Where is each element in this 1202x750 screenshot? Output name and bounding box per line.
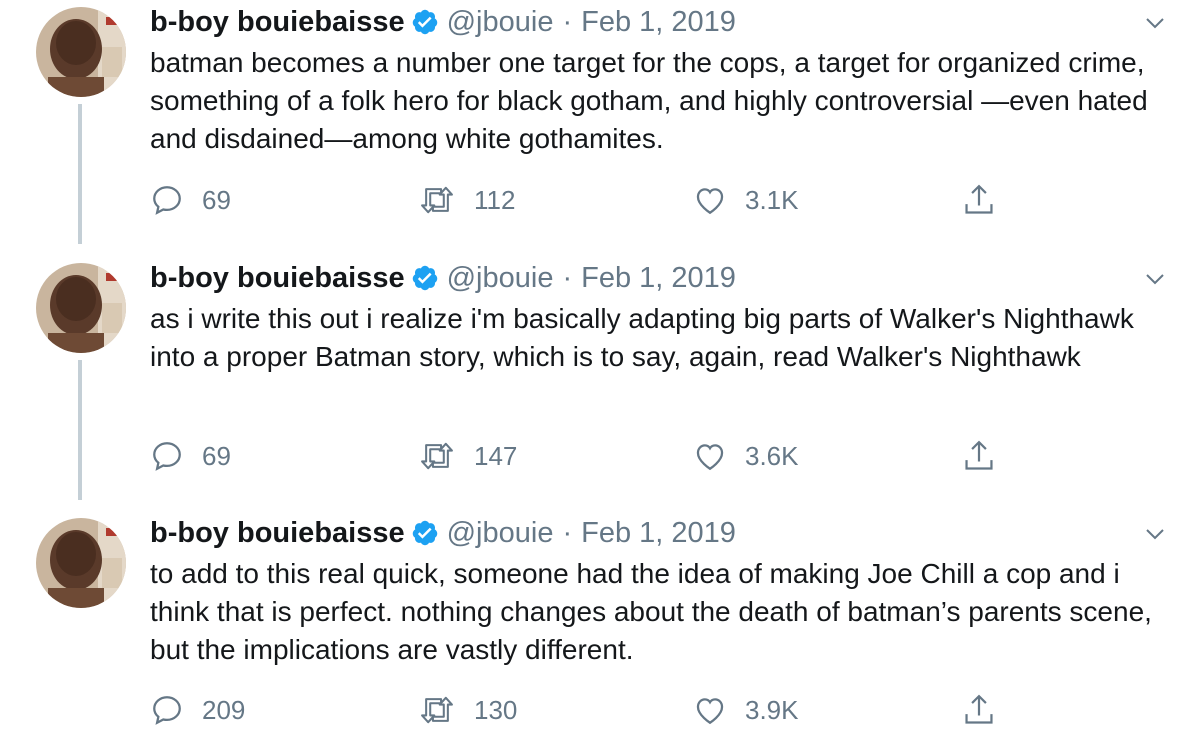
- retweet-icon: [418, 183, 456, 217]
- verified-badge-icon: [411, 8, 439, 36]
- author-handle[interactable]: @jbouie: [447, 262, 554, 295]
- chevron-down-icon[interactable]: [1140, 8, 1170, 38]
- thread-connector: [78, 360, 82, 500]
- retweet-count: 147: [474, 440, 518, 471]
- reply-icon: [150, 183, 184, 217]
- reply-count: 209: [202, 694, 246, 725]
- author-name[interactable]: b-boy bouiebaisse: [150, 262, 405, 295]
- reply-button[interactable]: 69: [150, 180, 231, 220]
- reply-button[interactable]: 69: [150, 436, 231, 476]
- share-icon: [962, 438, 996, 474]
- tweet-header: b-boy bouiebaisse @jbouie · Feb 1, 2019: [150, 0, 1162, 44]
- tweet-actions: 209 130 3.9K: [150, 690, 1010, 730]
- like-button[interactable]: 3.1K: [693, 180, 799, 220]
- tweet-text: as i write this out i realize i'm basica…: [150, 303, 1134, 372]
- share-icon: [962, 182, 996, 218]
- tweet-actions: 69 112 3.1K: [150, 180, 1010, 220]
- retweet-button[interactable]: 147: [418, 436, 517, 476]
- avatar[interactable]: [36, 518, 126, 608]
- retweet-count: 112: [474, 184, 516, 215]
- tweet-date[interactable]: Feb 1, 2019: [581, 262, 736, 295]
- verified-badge-icon: [411, 264, 439, 292]
- author-name[interactable]: b-boy bouiebaisse: [150, 517, 405, 550]
- heart-icon: [693, 693, 727, 727]
- reply-button[interactable]: 209: [150, 690, 245, 730]
- like-button[interactable]: 3.6K: [693, 436, 799, 476]
- avatar[interactable]: [36, 263, 126, 353]
- tweet-text: to add to this real quick, someone had t…: [150, 558, 1152, 665]
- retweet-icon: [418, 439, 456, 473]
- heart-icon: [693, 183, 727, 217]
- heart-icon: [693, 439, 727, 473]
- like-count: 3.1K: [745, 184, 799, 215]
- like-count: 3.9K: [745, 694, 799, 725]
- share-button[interactable]: [962, 690, 996, 730]
- like-button[interactable]: 3.9K: [693, 690, 799, 730]
- reply-count: 69: [202, 440, 231, 471]
- author-handle[interactable]: @jbouie: [447, 6, 554, 39]
- separator-dot: ·: [562, 5, 573, 38]
- avatar[interactable]: [36, 7, 126, 97]
- reply-icon: [150, 693, 184, 727]
- separator-dot: ·: [562, 261, 573, 294]
- author-handle[interactable]: @jbouie: [447, 517, 554, 550]
- thread-connector: [78, 104, 82, 244]
- reply-count: 69: [202, 184, 231, 215]
- author-name[interactable]: b-boy bouiebaisse: [150, 6, 405, 39]
- tweet-header: b-boy bouiebaisse @jbouie · Feb 1, 2019: [150, 256, 1162, 300]
- verified-badge-icon: [411, 519, 439, 547]
- retweet-count: 130: [474, 694, 518, 725]
- tweet-actions: 69 147 3.6K: [150, 436, 1010, 476]
- retweet-icon: [418, 693, 456, 727]
- reply-icon: [150, 439, 184, 473]
- tweet-thread: b-boy bouiebaisse @jbouie · Feb 1, 2019 …: [0, 0, 1202, 750]
- chevron-down-icon[interactable]: [1140, 264, 1170, 294]
- tweet-date[interactable]: Feb 1, 2019: [581, 6, 736, 39]
- share-button[interactable]: [962, 436, 996, 476]
- share-icon: [962, 692, 996, 728]
- separator-dot: ·: [562, 516, 573, 549]
- retweet-button[interactable]: 112: [418, 180, 515, 220]
- like-count: 3.6K: [745, 440, 799, 471]
- retweet-button[interactable]: 130: [418, 690, 517, 730]
- share-button[interactable]: [962, 180, 996, 220]
- tweet-header: b-boy bouiebaisse @jbouie · Feb 1, 2019: [150, 511, 1162, 555]
- tweet-date[interactable]: Feb 1, 2019: [581, 517, 736, 550]
- tweet-text: batman becomes a number one target for t…: [150, 47, 1148, 154]
- chevron-down-icon[interactable]: [1140, 519, 1170, 549]
